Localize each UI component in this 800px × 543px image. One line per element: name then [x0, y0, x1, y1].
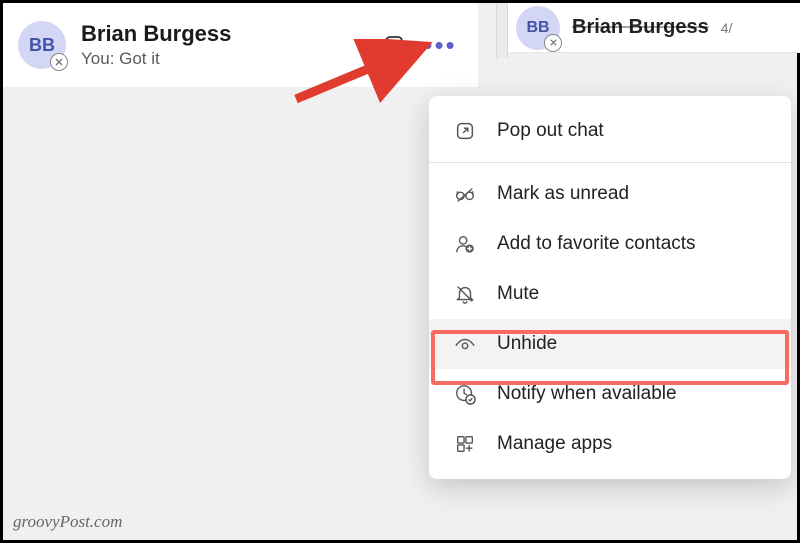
conversation-date: 4/ — [721, 20, 733, 36]
menu-notify-available[interactable]: Notify when available — [429, 369, 791, 419]
chat-contact-name: Brian Burgess — [81, 21, 366, 47]
avatar-initials: BB — [29, 35, 55, 56]
menu-label: Mark as unread — [497, 183, 629, 205]
chat-list-item[interactable]: BB Brian Burgess You: Got it ••• — [3, 3, 478, 88]
avatar: BB — [18, 21, 66, 69]
menu-label: Add to favorite contacts — [497, 233, 696, 255]
menu-mark-unread[interactable]: Mark as unread — [429, 169, 791, 219]
pop-out-icon — [453, 119, 477, 143]
chat-message-preview: You: Got it — [81, 49, 366, 69]
conversation-header: BB Brian Burgess 4/ — [508, 3, 800, 53]
pop-out-icon[interactable] — [381, 32, 407, 58]
menu-add-favorite[interactable]: Add to favorite contacts — [429, 219, 791, 269]
bell-off-icon — [453, 282, 477, 306]
clock-check-icon — [453, 382, 477, 406]
watermark: groovyPost.com — [13, 512, 122, 532]
glasses-icon — [453, 182, 477, 206]
ellipsis-icon: ••• — [423, 32, 456, 58]
apps-icon — [453, 432, 477, 456]
menu-mute[interactable]: Mute — [429, 269, 791, 319]
chat-context-menu: Pop out chat Mark as unread Add to favor… — [429, 96, 791, 479]
menu-label: Manage apps — [497, 433, 612, 455]
menu-manage-apps[interactable]: Manage apps — [429, 419, 791, 469]
menu-separator — [429, 162, 791, 163]
person-add-icon — [453, 232, 477, 256]
menu-pop-out-chat[interactable]: Pop out chat — [429, 106, 791, 156]
more-options-button[interactable]: ••• — [427, 32, 453, 58]
chat-text-block: Brian Burgess You: Got it — [81, 21, 366, 69]
chat-actions: ••• — [381, 32, 453, 58]
presence-offline-icon — [50, 53, 68, 71]
menu-label: Notify when available — [497, 383, 677, 405]
menu-label: Mute — [497, 283, 539, 305]
eye-icon — [453, 332, 477, 356]
menu-label: Unhide — [497, 333, 557, 355]
presence-offline-icon — [544, 34, 562, 52]
menu-label: Pop out chat — [497, 120, 604, 142]
conversation-contact-name: Brian Burgess — [572, 16, 709, 39]
menu-unhide[interactable]: Unhide — [429, 319, 791, 369]
avatar-initials: BB — [526, 19, 549, 37]
pane-divider — [496, 3, 508, 58]
avatar: BB — [516, 6, 560, 50]
